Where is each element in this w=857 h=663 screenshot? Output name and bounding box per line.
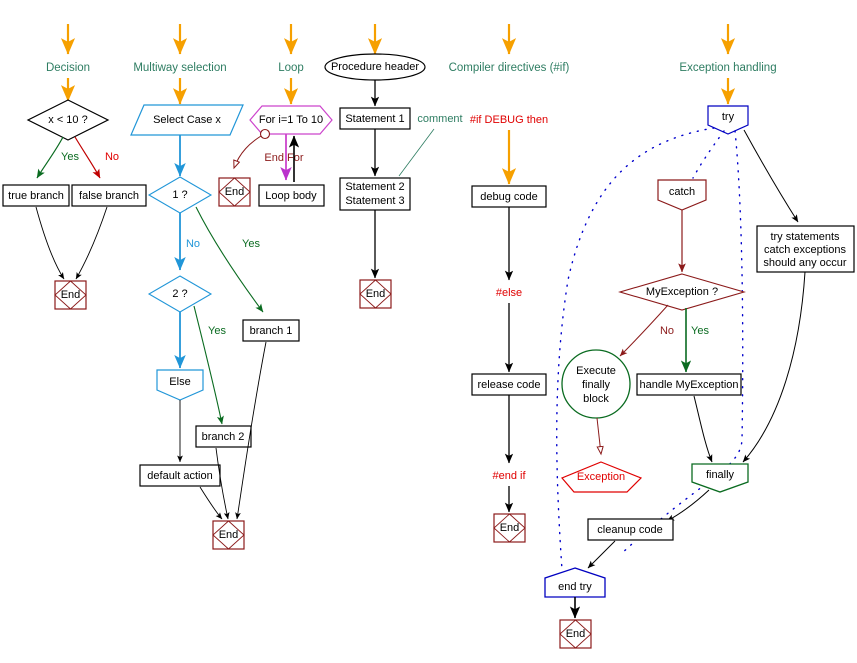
decision-yes-edge bbox=[36, 136, 64, 179]
execute-finally-line3: block bbox=[583, 393, 609, 405]
loop-exit-connector-icon bbox=[259, 128, 271, 140]
false-branch-to-end-edge bbox=[75, 206, 108, 280]
column-exception: Exception handling try try statements ca… bbox=[544, 24, 855, 649]
finally-label: finally bbox=[706, 469, 735, 481]
myexception-no-label: No bbox=[660, 325, 674, 337]
decision-yes-label: Yes bbox=[61, 151, 79, 163]
else-label: Else bbox=[169, 376, 190, 388]
column-compiler: Compiler directives (#if) #if DEBUG then… bbox=[449, 24, 570, 543]
try-statements-to-finally-edge bbox=[742, 271, 806, 463]
multiway-end-terminator[interactable]: End bbox=[212, 520, 245, 550]
decision-header: Decision bbox=[46, 62, 90, 74]
try-label: try bbox=[722, 111, 735, 123]
else-directive-label: #else bbox=[496, 287, 522, 299]
loop-body-label: Loop body bbox=[265, 190, 317, 202]
decision-end-terminator[interactable]: End bbox=[54, 280, 87, 310]
multiway-end-label: End bbox=[219, 529, 239, 541]
myexception-yes-label: Yes bbox=[691, 325, 709, 337]
branch2-label: branch 2 bbox=[202, 431, 245, 443]
release-code-label: release code bbox=[478, 379, 541, 391]
flowchart-canvas: Decision x < 10 ? Yes No true branch fal… bbox=[0, 0, 857, 663]
procedure-end-terminator[interactable]: End bbox=[359, 279, 392, 309]
default-to-end-edge bbox=[199, 486, 223, 520]
case1-label: 1 ? bbox=[172, 189, 187, 201]
catch-label: catch bbox=[669, 186, 695, 198]
false-branch-label: false branch bbox=[79, 190, 139, 202]
column-procedure: Procedure header Statement 1 comment Sta… bbox=[324, 24, 463, 309]
flowchart-diagram: Decision x < 10 ? Yes No true branch fal… bbox=[2, 24, 855, 649]
end-for-label: End For bbox=[264, 152, 303, 164]
default-action-label: default action bbox=[147, 470, 212, 482]
decision-end-label: End bbox=[61, 289, 81, 301]
case2-label: 2 ? bbox=[172, 288, 187, 300]
endif-directive-label: #end if bbox=[492, 470, 526, 482]
myexception-label: MyException ? bbox=[646, 286, 718, 298]
compiler-header: Compiler directives (#if) bbox=[449, 62, 570, 74]
cleanup-code-label: cleanup code bbox=[597, 524, 662, 536]
loop-header: Loop bbox=[278, 62, 304, 74]
comment-label: comment bbox=[417, 113, 462, 125]
exception-end-label: End bbox=[566, 628, 586, 640]
select-case-label: Select Case x bbox=[153, 114, 221, 126]
if-debug-directive-label: #if DEBUG then bbox=[470, 114, 548, 126]
branch1-label: branch 1 bbox=[250, 325, 293, 337]
exception-end-terminator[interactable]: End bbox=[559, 619, 592, 649]
finally-to-exception-edge bbox=[597, 417, 601, 454]
try-scope-dotted-mid bbox=[692, 130, 725, 179]
true-branch-label: true branch bbox=[8, 190, 64, 202]
compiler-end-label: End bbox=[500, 522, 520, 534]
for-loop-label: For i=1 To 10 bbox=[259, 114, 323, 126]
case1-no-label: No bbox=[186, 238, 200, 250]
decision-no-label: No bbox=[105, 151, 119, 163]
else-pentagon[interactable]: Else bbox=[156, 369, 204, 401]
handle-to-finally-edge bbox=[693, 395, 713, 463]
procedure-header-label: Procedure header bbox=[331, 61, 419, 73]
try-statements-line3: should any occur bbox=[763, 257, 846, 269]
exception-pentagon[interactable]: Exception bbox=[561, 461, 643, 493]
try-statements-line2: catch exceptions bbox=[764, 244, 846, 256]
comment-leader-line bbox=[398, 128, 435, 177]
execute-finally-line2: finally bbox=[582, 379, 611, 391]
end-try-pentagon[interactable]: end try bbox=[544, 567, 606, 598]
exception-label: Exception bbox=[577, 471, 625, 483]
loop-exit-edge bbox=[234, 135, 262, 168]
decision-condition-label: x < 10 ? bbox=[48, 114, 87, 126]
finally-to-cleanup-edge bbox=[666, 489, 710, 522]
loop-end-terminator[interactable]: End bbox=[218, 177, 251, 207]
try-statements-line1: try statements bbox=[770, 231, 840, 243]
end-try-label: end try bbox=[558, 581, 592, 593]
statement2-label: Statement 2 bbox=[345, 181, 404, 193]
catch-pentagon[interactable]: catch bbox=[657, 179, 707, 211]
statement3-label: Statement 3 bbox=[345, 195, 404, 207]
loop-end-label: End bbox=[225, 186, 245, 198]
case2-yes-label: Yes bbox=[208, 325, 226, 337]
procedure-end-label: End bbox=[366, 288, 386, 300]
handle-myexception-label: handle MyException bbox=[639, 379, 738, 391]
column-decision: Decision x < 10 ? Yes No true branch fal… bbox=[2, 24, 147, 310]
finally-pentagon[interactable]: finally bbox=[691, 463, 749, 493]
debug-code-label: debug code bbox=[480, 191, 538, 203]
column-multiway: Multiway selection Select Case x 1 ? No … bbox=[130, 24, 300, 550]
cleanup-to-endtry-edge bbox=[587, 540, 616, 569]
compiler-end-terminator[interactable]: End bbox=[493, 513, 526, 543]
case1-yes-label: Yes bbox=[242, 238, 260, 250]
true-branch-to-end-edge bbox=[35, 206, 65, 280]
execute-finally-line1: Execute bbox=[576, 365, 616, 377]
exception-header: Exception handling bbox=[679, 62, 776, 74]
try-to-statements-edge bbox=[743, 129, 799, 223]
statement1-label: Statement 1 bbox=[345, 113, 404, 125]
case2-yes-edge bbox=[193, 305, 224, 425]
multiway-header: Multiway selection bbox=[133, 62, 226, 74]
try-pentagon[interactable]: try bbox=[707, 105, 749, 135]
